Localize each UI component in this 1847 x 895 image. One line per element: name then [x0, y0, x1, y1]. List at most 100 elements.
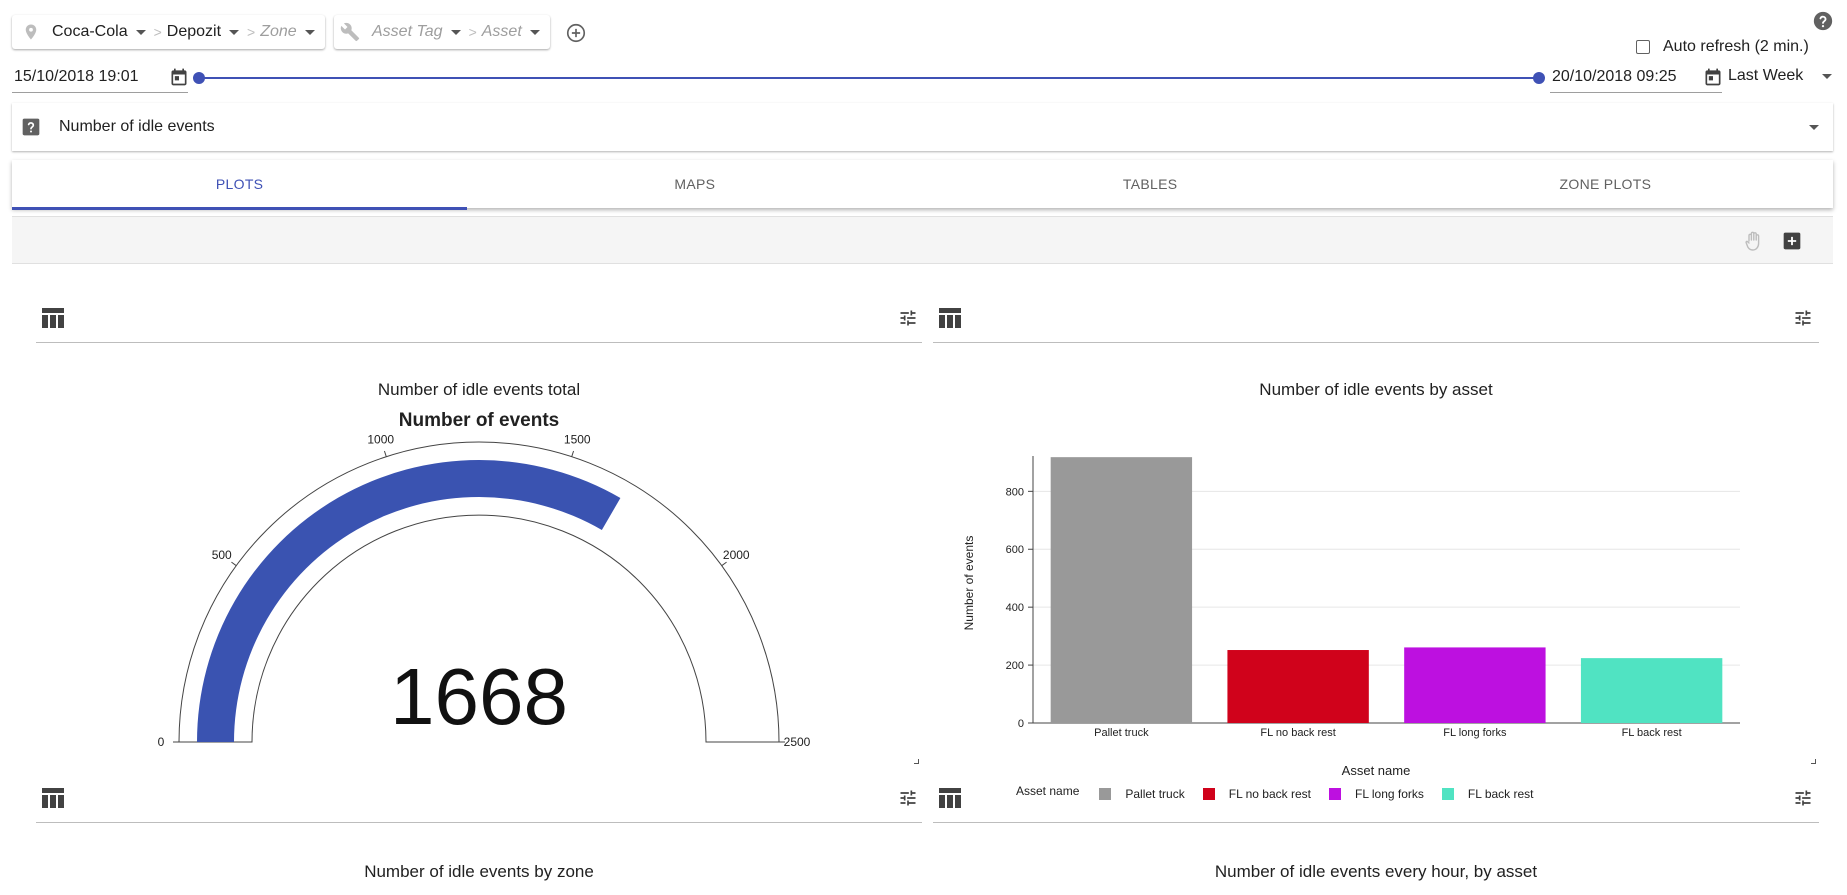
panel-header-by-asset [933, 293, 1819, 343]
x-tick-label: FL long forks [1443, 727, 1507, 739]
gauge-tick-label: 0 [158, 735, 165, 749]
date-range-start-handle[interactable] [193, 72, 205, 84]
legend-item[interactable]: FL long forks [1329, 787, 1424, 801]
legend-item[interactable]: FL no back rest [1202, 787, 1311, 801]
zone-select[interactable]: Zone [260, 23, 315, 41]
plots-toolbar [12, 216, 1833, 264]
gauge-chart: Number of events 0 500 1000 1500 2000 2500 16… [158, 410, 811, 749]
table-icon[interactable] [42, 788, 64, 808]
start-date-value: 15/10/2018 19:01 [14, 68, 139, 85]
chevron-down-icon [304, 29, 315, 35]
legend-label: FL no back rest [1228, 787, 1311, 801]
tune-icon[interactable] [1793, 308, 1813, 328]
panel-header-by-zone [36, 773, 922, 823]
start-date-field[interactable]: 15/10/2018 19:01 [12, 65, 188, 93]
legend-item[interactable]: FL back rest [1441, 787, 1534, 801]
breadcrumb-separator: > [153, 24, 162, 40]
tune-icon[interactable] [1793, 788, 1813, 808]
gauge-tick-label: 2000 [723, 548, 750, 562]
bar-legend: Asset name Pallet truck FL no back rest FL… [1016, 784, 1552, 801]
add-box-icon[interactable] [1782, 231, 1802, 251]
bar[interactable] [1227, 650, 1369, 723]
end-date-field[interactable]: 20/10/2018 09:25 [1550, 65, 1722, 93]
tab-tables[interactable]: TABLES [923, 160, 1378, 208]
y-tick-label: 0 [1018, 718, 1024, 730]
x-axis-label: Asset name [1341, 763, 1411, 778]
asset-tag-placeholder: Asset Tag [372, 23, 443, 40]
client-select[interactable]: Coca-Cola [52, 23, 146, 41]
chevron-down-icon [450, 29, 461, 35]
range-preset-value: Last Week [1728, 67, 1804, 84]
tune-icon[interactable] [898, 788, 918, 808]
legend-swatch [1202, 788, 1215, 800]
gauge-tick [383, 450, 387, 457]
legend-title: Asset name [1016, 784, 1080, 798]
dashboard: Coca-Cola > Depozit > Zone Asset Tag > A… [0, 0, 1847, 895]
gauge-tick [721, 561, 727, 567]
table-icon[interactable] [42, 308, 64, 328]
metric-value: Number of idle events [59, 118, 215, 135]
legend-label: Pallet truck [1125, 787, 1185, 801]
metric-select[interactable]: Number of idle events [12, 103, 1833, 151]
resize-handle[interactable] [1811, 759, 1816, 764]
range-preset-select[interactable]: Last Week [1728, 67, 1832, 85]
gauge-tick-label: 1000 [367, 433, 394, 447]
calendar-icon[interactable] [169, 67, 189, 87]
resize-handle[interactable] [914, 759, 919, 764]
asset-tag-select[interactable]: Asset Tag [372, 23, 461, 41]
table-icon[interactable] [939, 788, 961, 808]
gauge-tick-label: 1500 [564, 433, 591, 447]
help-circle-icon[interactable] [1812, 10, 1834, 32]
asset-select[interactable]: Asset [482, 23, 540, 41]
date-range-slider-track[interactable] [199, 77, 1539, 79]
y-tick-label: 200 [1006, 660, 1024, 672]
hand-pan-icon[interactable] [1742, 229, 1766, 253]
breadcrumb-separator: > [247, 24, 256, 40]
x-tick-label: FL back rest [1622, 727, 1682, 739]
chart-title: Number of idle events total [377, 380, 581, 399]
y-axis-label: Number of events [962, 536, 976, 631]
chevron-down-icon [135, 29, 146, 35]
calendar-icon[interactable] [1703, 67, 1723, 87]
add-circle-icon[interactable] [565, 22, 587, 44]
site-value: Depozit [166, 23, 222, 40]
location-filter: Coca-Cola > Depozit > Zone [12, 15, 325, 49]
site-select[interactable]: Depozit [166, 23, 240, 41]
auto-refresh-label: Auto refresh (2 min.) [1663, 38, 1809, 55]
chevron-down-icon [229, 29, 240, 35]
tab-zone-plots[interactable]: ZONE PLOTS [1378, 160, 1833, 208]
x-tick-label: FL no back rest [1260, 727, 1335, 739]
legend-swatch [1099, 788, 1112, 800]
bar[interactable] [1580, 658, 1723, 723]
wrench-icon [340, 22, 360, 42]
legend-swatch [1329, 788, 1341, 800]
chevron-down-icon [1809, 124, 1819, 130]
tune-icon[interactable] [898, 308, 918, 328]
date-range-end-handle[interactable] [1533, 72, 1545, 84]
asset-filter: Asset Tag > Asset [334, 15, 550, 49]
chevron-down-icon [529, 29, 540, 35]
gauge-subtitle: Number of events [399, 410, 559, 431]
y-tick-label: 400 [1006, 602, 1024, 614]
auto-refresh-checkbox[interactable] [1636, 40, 1650, 54]
asset-placeholder: Asset [481, 23, 522, 40]
legend-item[interactable]: Pallet truck [1099, 787, 1185, 801]
legend-label: FL back rest [1467, 787, 1534, 801]
bar[interactable] [1404, 647, 1546, 723]
view-tabs: PLOTS MAPS TABLES ZONE PLOTS [12, 160, 1833, 210]
end-date-value: 20/10/2018 09:25 [1552, 68, 1677, 85]
chart-title: Number of idle events every hour, by ass… [1214, 862, 1538, 881]
location-pin-icon [25, 24, 37, 40]
y-tick-label: 800 [1006, 486, 1024, 498]
bar[interactable] [1050, 457, 1193, 723]
gauge-tick-label: 2500 [784, 735, 811, 749]
panel-header-total [36, 293, 922, 343]
gauge-value: 1668 [390, 652, 568, 741]
table-icon[interactable] [939, 308, 961, 328]
auto-refresh-toggle[interactable]: Auto refresh (2 min.) [1636, 38, 1809, 56]
chart-title: Number of idle events by asset [1259, 380, 1493, 399]
tab-maps[interactable]: MAPS [467, 160, 922, 208]
breadcrumb-separator: > [468, 24, 477, 40]
zone-placeholder: Zone [260, 23, 297, 40]
tab-plots[interactable]: PLOTS [12, 160, 468, 210]
